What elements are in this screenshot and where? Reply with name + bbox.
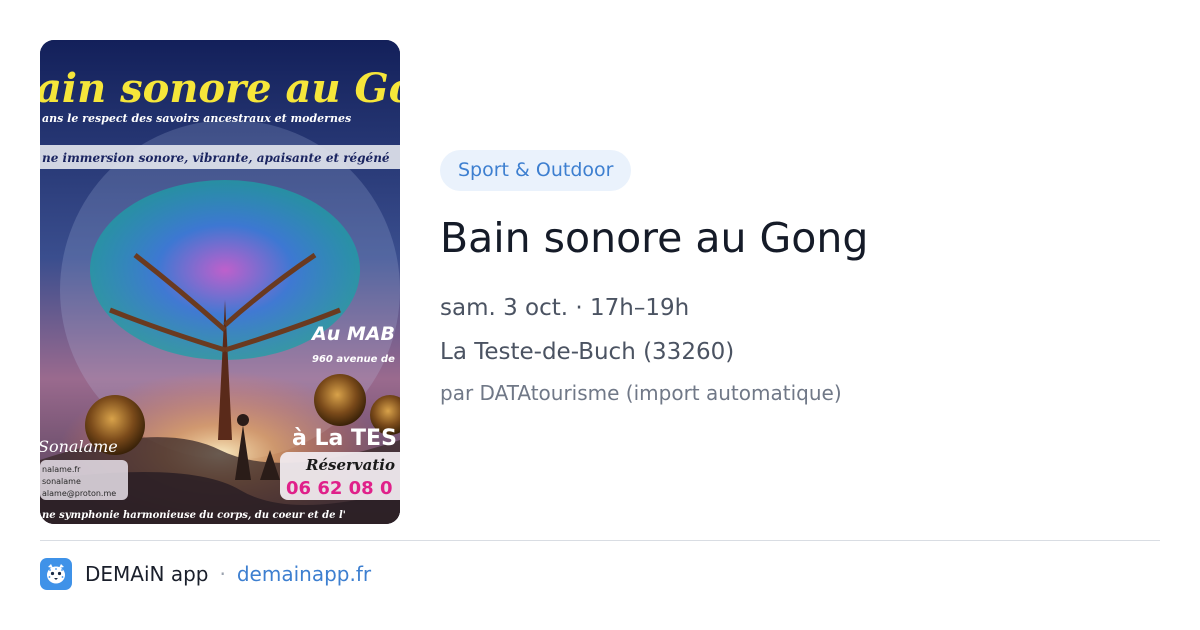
app-name: DEMAiN app: [85, 562, 209, 586]
poster-banner: ne immersion sonore, vibrante, apaisante…: [42, 151, 390, 165]
poster-headline: ain sonore au Gon: [40, 65, 400, 112]
event-datetime: sam. 3 oct. · 17h–19h: [440, 295, 690, 321]
event-title: Bain sonore au Gong: [440, 214, 869, 262]
event-share-card: ain sonore au Gon ans le respect des sav…: [0, 0, 1200, 630]
event-info: Sport & Outdoor Bain sonore au Gong sam.…: [440, 150, 1160, 407]
poster-contact-2: sonalame: [42, 477, 81, 486]
poster-subline: ans le respect des savoirs ancestraux et…: [42, 112, 351, 125]
event-poster-image: ain sonore au Gon ans le respect des sav…: [40, 40, 400, 524]
leopard-face-icon: [40, 558, 72, 590]
poster-bottom-text: ne symphonie harmonieuse du corps, du co…: [42, 510, 346, 521]
event-location: La Teste-de-Buch (33260): [440, 339, 735, 365]
app-domain-link[interactable]: demainapp.fr: [237, 562, 371, 586]
poster-booking-label: Réservatio: [305, 456, 395, 474]
poster-contact-1: nalame.fr: [42, 465, 81, 474]
poster-phone: 06 62 08 0: [286, 478, 392, 499]
event-source: par DATAtourisme (import automatique): [440, 381, 842, 405]
poster-contact-3: alame@proton.me: [42, 489, 116, 498]
poster-venue: Au MAB: [310, 323, 395, 345]
footer-separator: ·: [219, 562, 226, 586]
poster-town: à La TES: [292, 426, 397, 451]
poster-brand: Sonalame: [40, 437, 118, 456]
category-badge: Sport & Outdoor: [440, 150, 632, 191]
footer-divider: [40, 540, 1160, 541]
footer: DEMAiN app · demainapp.fr: [40, 558, 371, 590]
poster-address: 960 avenue de: [312, 354, 395, 365]
